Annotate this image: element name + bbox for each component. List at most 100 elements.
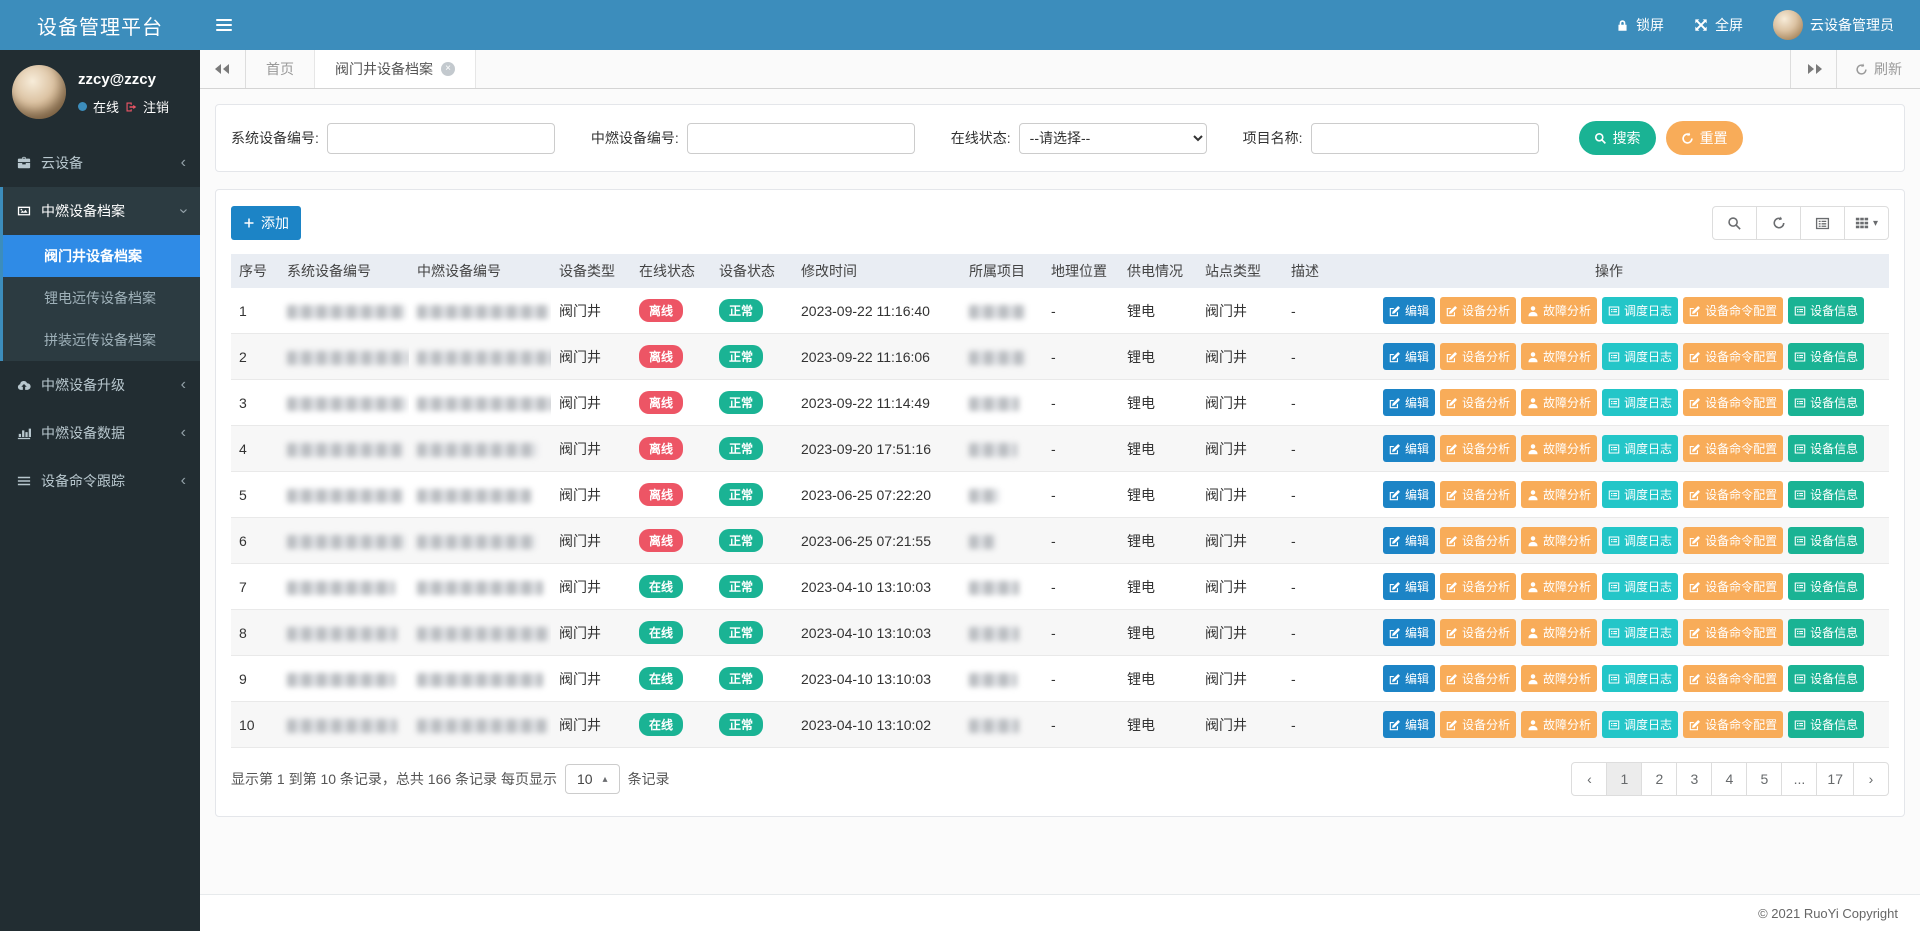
online-status-select[interactable]: --请选择--: [1019, 123, 1207, 154]
fault-analysis-button[interactable]: 故障分析: [1521, 343, 1597, 370]
page-button-4[interactable]: 4: [1711, 762, 1747, 796]
dispatch-log-button[interactable]: 调度日志: [1602, 527, 1678, 554]
device-analysis-button[interactable]: 设备分析: [1440, 435, 1516, 462]
tab-refresh-button[interactable]: 刷新: [1836, 50, 1920, 88]
device-info-button[interactable]: 设备信息: [1788, 573, 1864, 600]
tab-home[interactable]: 首页: [246, 50, 314, 88]
edit-button[interactable]: 编辑: [1383, 619, 1435, 646]
tabs-scroll-left-button[interactable]: [200, 50, 246, 88]
tab-close-icon[interactable]: ×: [441, 62, 455, 76]
device-info-button[interactable]: 设备信息: [1788, 297, 1864, 324]
device-info-button[interactable]: 设备信息: [1788, 711, 1864, 738]
edit-button[interactable]: 编辑: [1383, 665, 1435, 692]
device-analysis-button[interactable]: 设备分析: [1440, 619, 1516, 646]
device-command-config-button[interactable]: 设备命令配置: [1683, 389, 1783, 416]
sidebar-toggle-button[interactable]: [200, 0, 248, 50]
reset-button[interactable]: 重置: [1666, 121, 1743, 155]
project-name-input[interactable]: [1311, 123, 1539, 154]
table-detail-view-button[interactable]: [1800, 206, 1845, 240]
dispatch-log-button[interactable]: 调度日志: [1602, 435, 1678, 462]
edit-button[interactable]: 编辑: [1383, 297, 1435, 324]
tabs-scroll-right-button[interactable]: [1790, 50, 1836, 88]
dispatch-log-button[interactable]: 调度日志: [1602, 297, 1678, 324]
fault-analysis-button[interactable]: 故障分析: [1521, 481, 1597, 508]
device-info-button[interactable]: 设备信息: [1788, 665, 1864, 692]
device-command-config-button[interactable]: 设备命令配置: [1683, 297, 1783, 324]
dispatch-log-button[interactable]: 调度日志: [1602, 481, 1678, 508]
device-command-config-button[interactable]: 设备命令配置: [1683, 573, 1783, 600]
device-info-button[interactable]: 设备信息: [1788, 481, 1864, 508]
add-button[interactable]: 添加: [231, 206, 301, 240]
page-button-2[interactable]: 2: [1641, 762, 1677, 796]
edit-button[interactable]: 编辑: [1383, 711, 1435, 738]
sidebar-subitem[interactable]: 拼装远传设备档案: [3, 319, 200, 361]
app-logo[interactable]: 设备管理平台: [0, 0, 200, 50]
sidebar-item[interactable]: 中燃设备数据‹: [0, 409, 200, 457]
sidebar-item[interactable]: 中燃设备升级‹: [0, 361, 200, 409]
device-info-button[interactable]: 设备信息: [1788, 343, 1864, 370]
device-analysis-button[interactable]: 设备分析: [1440, 665, 1516, 692]
table-search-toggle-button[interactable]: [1712, 206, 1757, 240]
dispatch-log-button[interactable]: 调度日志: [1602, 343, 1678, 370]
device-analysis-button[interactable]: 设备分析: [1440, 343, 1516, 370]
page-ellipsis[interactable]: ...: [1781, 762, 1817, 796]
device-command-config-button[interactable]: 设备命令配置: [1683, 527, 1783, 554]
edit-button[interactable]: 编辑: [1383, 573, 1435, 600]
device-command-config-button[interactable]: 设备命令配置: [1683, 481, 1783, 508]
edit-button[interactable]: 编辑: [1383, 527, 1435, 554]
gas-device-no-input[interactable]: [687, 123, 915, 154]
fault-analysis-button[interactable]: 故障分析: [1521, 435, 1597, 462]
dispatch-log-button[interactable]: 调度日志: [1602, 389, 1678, 416]
device-command-config-button[interactable]: 设备命令配置: [1683, 343, 1783, 370]
device-info-button[interactable]: 设备信息: [1788, 619, 1864, 646]
logout-link[interactable]: 注销: [143, 97, 169, 116]
table-columns-button[interactable]: ▾: [1844, 206, 1889, 240]
dispatch-log-button[interactable]: 调度日志: [1602, 573, 1678, 600]
fault-analysis-button[interactable]: 故障分析: [1521, 527, 1597, 554]
page-size-dropdown[interactable]: 10 ▴: [565, 764, 620, 794]
device-command-config-button[interactable]: 设备命令配置: [1683, 711, 1783, 738]
page-button-17[interactable]: 17: [1816, 762, 1854, 796]
page-button-5[interactable]: 5: [1746, 762, 1782, 796]
sidebar-item[interactable]: 云设备‹: [0, 139, 200, 187]
device-command-config-button[interactable]: 设备命令配置: [1683, 619, 1783, 646]
page-button-1[interactable]: 1: [1606, 762, 1642, 796]
page-next-button[interactable]: ›: [1853, 762, 1889, 796]
device-command-config-button[interactable]: 设备命令配置: [1683, 665, 1783, 692]
device-analysis-button[interactable]: 设备分析: [1440, 481, 1516, 508]
edit-button[interactable]: 编辑: [1383, 389, 1435, 416]
table-refresh-button[interactable]: [1756, 206, 1801, 240]
edit-button[interactable]: 编辑: [1383, 343, 1435, 370]
fault-analysis-button[interactable]: 故障分析: [1521, 389, 1597, 416]
sidebar-item[interactable]: 设备命令跟踪‹: [0, 457, 200, 505]
device-info-button[interactable]: 设备信息: [1788, 527, 1864, 554]
edit-button[interactable]: 编辑: [1383, 481, 1435, 508]
lock-screen-button[interactable]: 锁屏: [1616, 15, 1664, 35]
device-analysis-button[interactable]: 设备分析: [1440, 389, 1516, 416]
fault-analysis-button[interactable]: 故障分析: [1521, 711, 1597, 738]
fault-analysis-button[interactable]: 故障分析: [1521, 573, 1597, 600]
user-avatar[interactable]: [12, 65, 66, 119]
fullscreen-button[interactable]: 全屏: [1694, 15, 1743, 35]
device-analysis-button[interactable]: 设备分析: [1440, 527, 1516, 554]
user-menu[interactable]: 云设备管理员: [1773, 10, 1894, 40]
edit-button[interactable]: 编辑: [1383, 435, 1435, 462]
device-info-button[interactable]: 设备信息: [1788, 435, 1864, 462]
device-analysis-button[interactable]: 设备分析: [1440, 573, 1516, 600]
page-prev-button[interactable]: ‹: [1571, 762, 1607, 796]
tab-valve-well-archive[interactable]: 阀门井设备档案 ×: [314, 50, 476, 88]
device-info-button[interactable]: 设备信息: [1788, 389, 1864, 416]
sidebar-subitem[interactable]: 锂电远传设备档案: [3, 277, 200, 319]
fault-analysis-button[interactable]: 故障分析: [1521, 619, 1597, 646]
dispatch-log-button[interactable]: 调度日志: [1602, 619, 1678, 646]
device-analysis-button[interactable]: 设备分析: [1440, 711, 1516, 738]
fault-analysis-button[interactable]: 故障分析: [1521, 665, 1597, 692]
sidebar-subitem[interactable]: 阀门井设备档案: [3, 235, 200, 277]
dispatch-log-button[interactable]: 调度日志: [1602, 665, 1678, 692]
device-command-config-button[interactable]: 设备命令配置: [1683, 435, 1783, 462]
page-button-3[interactable]: 3: [1676, 762, 1712, 796]
device-analysis-button[interactable]: 设备分析: [1440, 297, 1516, 324]
search-button[interactable]: 搜索: [1579, 121, 1656, 155]
dispatch-log-button[interactable]: 调度日志: [1602, 711, 1678, 738]
sidebar-item[interactable]: 中燃设备档案‹: [3, 187, 200, 235]
